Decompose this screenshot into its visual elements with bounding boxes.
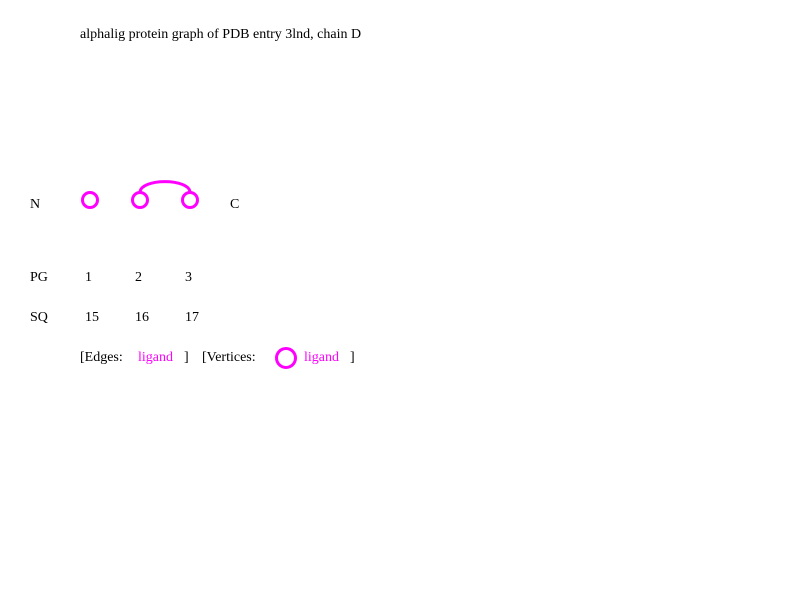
pg-value: 2 xyxy=(135,270,142,285)
protein-graph xyxy=(81,180,297,369)
sq-row-label: SQ xyxy=(30,310,48,325)
vertex-layer xyxy=(81,191,199,209)
legend-vertices-open: [Vertices: xyxy=(202,350,256,365)
legend-edge-ligand-label: ligand xyxy=(138,350,173,365)
pg-value: 3 xyxy=(185,270,192,285)
legend-edges-open: [Edges: xyxy=(80,350,123,365)
vertex-1 xyxy=(81,191,99,209)
sq-value: 16 xyxy=(135,310,149,325)
n-terminus-label: N xyxy=(30,197,41,212)
legend-edges-close: ] xyxy=(184,350,189,365)
vertex-3 xyxy=(181,191,199,209)
sq-value: 17 xyxy=(185,310,199,325)
legend-vertex-ligand-label: ligand xyxy=(304,350,339,365)
edge-ligand-2-3 xyxy=(138,180,192,194)
edge-layer xyxy=(138,180,192,194)
vertex-2 xyxy=(131,191,149,209)
c-terminus-label: C xyxy=(230,197,240,212)
sq-value: 15 xyxy=(85,310,99,325)
legend-vertex-ligand-icon xyxy=(275,347,297,369)
pg-value: 1 xyxy=(85,270,92,285)
pg-row-label: PG xyxy=(30,270,48,285)
legend-vertices-close: ] xyxy=(350,350,355,365)
